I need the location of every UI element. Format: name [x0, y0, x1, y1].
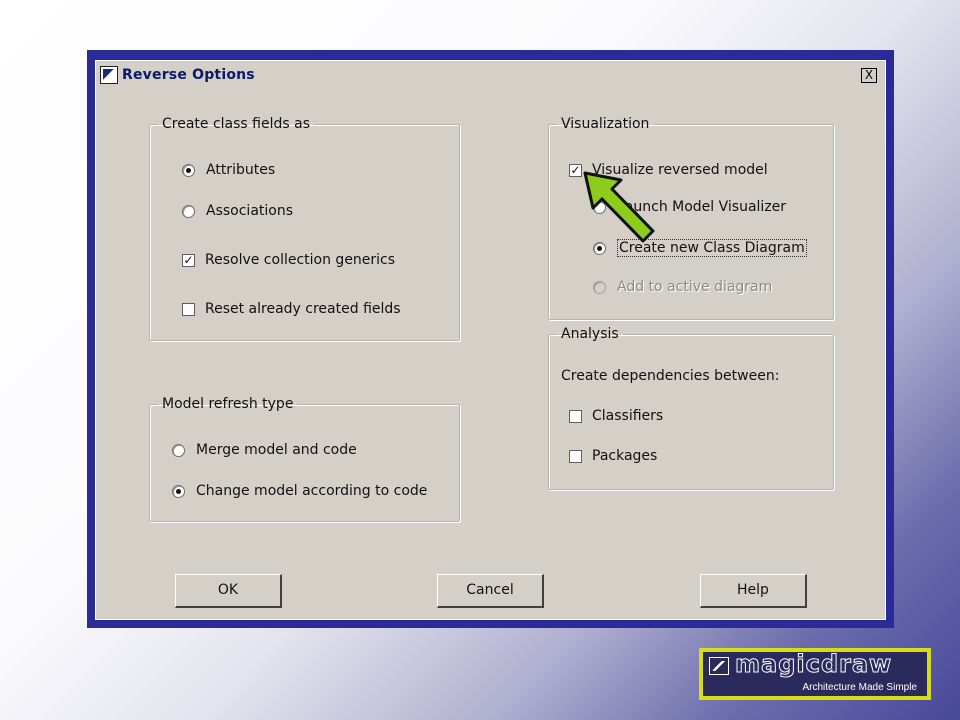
refresh-type-group: Model refresh type: [149, 396, 460, 522]
create-dependencies-text: Create dependencies between:: [561, 368, 780, 384]
checkmark-icon[interactable]: ✓: [182, 253, 195, 267]
change-model-label: Change model according to code: [196, 483, 428, 499]
ok-button[interactable]: OK: [175, 574, 282, 608]
checkbox-box[interactable]: [569, 409, 582, 423]
help-button[interactable]: Help: [700, 574, 807, 608]
dialog-body: Reverse Options X Create class fields as…: [95, 60, 886, 620]
merge-label: Merge model and code: [196, 442, 357, 458]
attributes-radio[interactable]: Attributes: [182, 162, 275, 178]
visualization-legend: Visualization: [561, 116, 650, 132]
classifiers-checkbox[interactable]: Classifiers: [569, 408, 663, 424]
classifiers-label: Classifiers: [592, 408, 664, 424]
radio-indicator: [593, 280, 606, 294]
title-bar[interactable]: Reverse Options X: [96, 61, 885, 89]
dialog-title: Reverse Options: [122, 67, 255, 83]
packages-checkbox[interactable]: Packages: [569, 448, 657, 464]
radio-indicator[interactable]: [182, 204, 195, 218]
magicdraw-app-icon: [100, 66, 118, 84]
cancel-button[interactable]: Cancel: [437, 574, 544, 608]
class-fields-legend: Create class fields as: [162, 116, 310, 132]
reset-fields-checkbox[interactable]: Reset already created fields: [182, 301, 401, 317]
radio-indicator[interactable]: [172, 443, 185, 457]
radio-indicator[interactable]: [172, 484, 185, 498]
magicdraw-logo: magicdraw Architecture Made Simple: [699, 648, 931, 700]
checkbox-box[interactable]: [569, 449, 582, 463]
logo-mark-icon: [709, 657, 729, 675]
logo-tagline: Architecture Made Simple: [802, 682, 918, 693]
refresh-type-legend: Model refresh type: [162, 396, 294, 412]
add-active-diagram-radio: Add to active diagram: [593, 279, 772, 295]
reverse-options-dialog: Reverse Options X Create class fields as…: [87, 50, 894, 628]
checkbox-box[interactable]: [182, 302, 195, 316]
logo-brand: magicdraw: [734, 652, 893, 679]
reset-fields-label: Reset already created fields: [205, 301, 401, 317]
resolve-generics-checkbox[interactable]: ✓ Resolve collection generics: [182, 252, 395, 268]
analysis-legend: Analysis: [561, 326, 619, 342]
attributes-label: Attributes: [206, 162, 276, 178]
create-dependencies-label: Create dependencies between:: [561, 368, 779, 384]
associations-radio[interactable]: Associations: [182, 203, 293, 219]
logo-panel: magicdraw Architecture Made Simple: [703, 652, 927, 696]
green-arrow-pointer-icon: [583, 171, 655, 243]
radio-indicator[interactable]: [182, 163, 195, 177]
resolve-generics-label: Resolve collection generics: [205, 252, 396, 268]
add-active-diagram-label: Add to active diagram: [617, 279, 773, 295]
change-model-radio[interactable]: Change model according to code: [172, 483, 427, 499]
merge-radio[interactable]: Merge model and code: [172, 442, 357, 458]
close-button[interactable]: X: [861, 68, 877, 83]
packages-label: Packages: [592, 448, 658, 464]
associations-label: Associations: [206, 203, 294, 219]
